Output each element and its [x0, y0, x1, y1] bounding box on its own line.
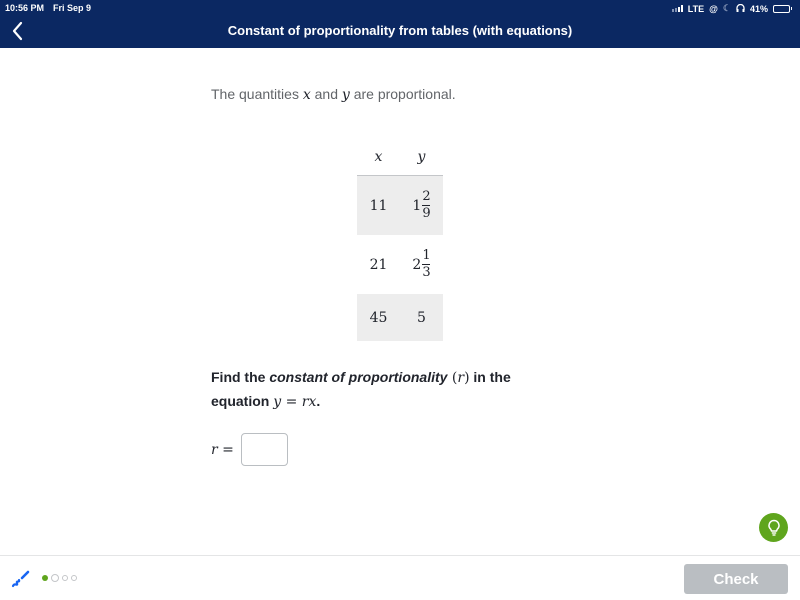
cell-y: 5 [417, 309, 426, 326]
proportion-table: x y 11 1 2 9 21 2 1 3 45 5 [357, 139, 443, 341]
lightbulb-icon [767, 519, 780, 536]
equals-sign: = [217, 441, 234, 458]
numerator: 2 [422, 189, 431, 204]
denominator: 9 [422, 206, 431, 221]
paren-open: ( [447, 370, 458, 386]
table-header: x y [357, 139, 443, 176]
check-button[interactable]: Check [684, 564, 788, 594]
cell-x: 45 [369, 309, 388, 326]
answer-input[interactable] [240, 433, 288, 466]
scratchpad-button[interactable] [11, 569, 31, 589]
question-prompt: Find the constant of proportionality (r)… [211, 366, 551, 414]
table-row: 11 1 2 9 [357, 176, 443, 235]
moon-icon: ☾ [722, 3, 731, 13]
cell-y: 2 1 3 [400, 249, 443, 280]
numerator: 1 [422, 248, 431, 263]
at-icon: @ [709, 3, 718, 14]
status-time: 10:56 PM [5, 3, 45, 13]
intro-text-and: and [310, 86, 342, 102]
battery-percent: 41% [749, 3, 768, 14]
answer-label: r = [211, 442, 234, 458]
fraction: 1 3 [422, 249, 430, 280]
progress-dot [62, 575, 68, 581]
whole-part: 1 [412, 197, 422, 214]
intro-text: The quantities [211, 86, 303, 102]
signal-icon [671, 5, 683, 12]
problem-intro: The quantities x and y are proportional. [211, 86, 456, 103]
progress-dot [42, 575, 48, 581]
question-text: Find the [211, 369, 270, 385]
cell-y: 1 2 9 [400, 190, 443, 221]
equation: y = rx [273, 394, 317, 410]
mixed-number: 2 1 3 [412, 249, 430, 280]
hint-button[interactable] [759, 513, 788, 542]
progress-dot [71, 575, 77, 581]
variable-y: y [341, 87, 350, 103]
app-header: 10:56 PM Fri Sep 9 LTE @ ☾ 41% Constant … [0, 0, 800, 48]
table-row: 21 2 1 3 [357, 235, 443, 294]
variable-x: x [302, 87, 311, 103]
battery-icon [773, 4, 792, 13]
answer-variable: r [211, 441, 218, 458]
column-header-y: y [417, 149, 426, 165]
progress-dot [51, 574, 59, 582]
column-header-x: x [374, 149, 383, 165]
mixed-number: 1 2 9 [412, 190, 430, 221]
table-row: 45 5 [357, 294, 443, 341]
headphones-icon [736, 3, 745, 14]
intro-text-suffix: are proportional. [349, 86, 456, 102]
status-date: Fri Sep 9 [53, 3, 92, 13]
answer-row: r = [211, 433, 288, 466]
cell-x: 11 [369, 197, 388, 214]
status-bar: 10:56 PM Fri Sep 9 LTE @ ☾ 41% [0, 0, 800, 16]
denominator: 3 [422, 265, 431, 280]
cell-x: 21 [369, 256, 388, 273]
question-text-suffix: . [316, 393, 321, 409]
fraction: 2 9 [422, 190, 430, 221]
question-emphasis: constant of proportionality [269, 369, 448, 385]
page-title: Constant of proportionality from tables … [227, 23, 573, 38]
footer-bar: Check [0, 556, 800, 600]
whole-part: 2 [412, 256, 422, 273]
scratchpad-pen-icon [11, 570, 30, 588]
network-label: LTE [687, 3, 705, 14]
progress-dots [42, 574, 77, 582]
